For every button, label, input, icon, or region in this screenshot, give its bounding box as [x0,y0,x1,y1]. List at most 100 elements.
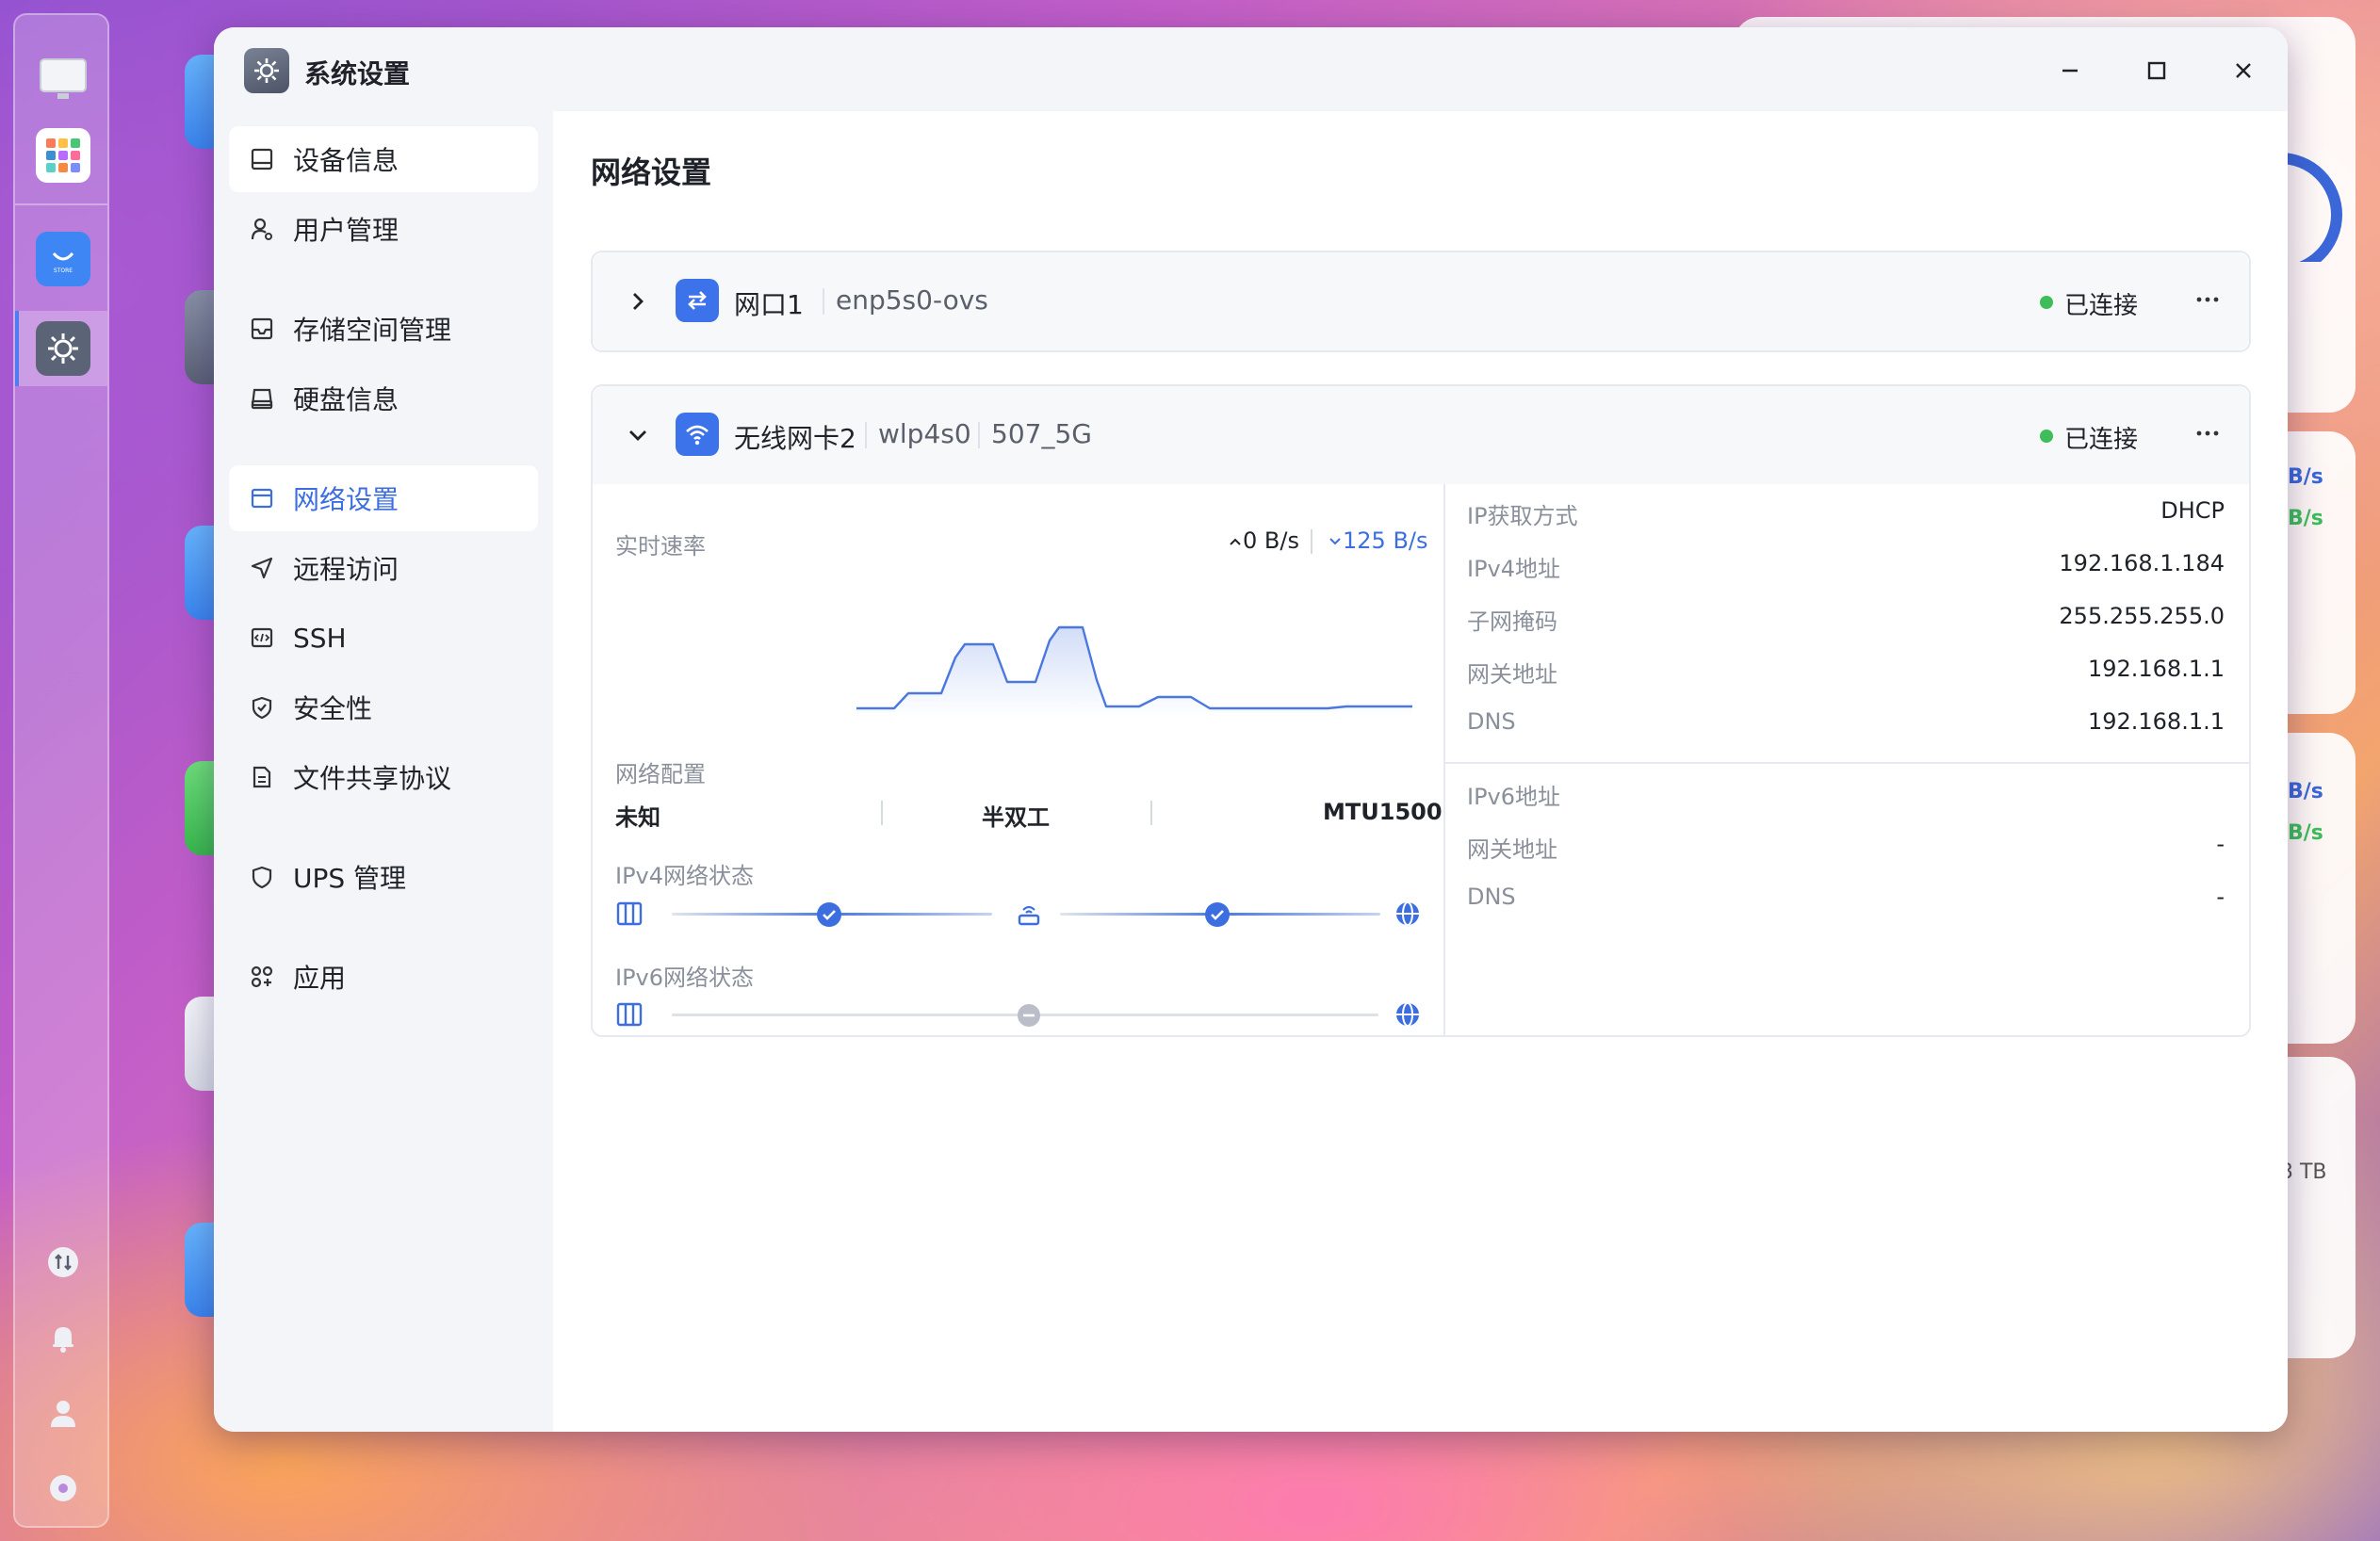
apps-icon [248,963,276,991]
sidebar-item-user-management[interactable]: 用户管理 [229,196,538,262]
sidebar-item-network-settings[interactable]: 网络设置 [229,465,538,531]
ipv6-status-label: IPv6网络状态 [615,965,755,991]
chevron-down-icon[interactable] [621,418,655,452]
sidebar-item-label: 用户管理 [293,215,399,246]
divider [865,422,867,448]
settings-app-icon[interactable] [36,321,90,376]
ipv4-info-value: 192.168.1.1 [2087,656,2225,682]
interface-device: wlp4s0 [878,418,971,449]
transfer-icon[interactable] [45,1244,81,1280]
ipv4-status-label: IPv4网络状态 [615,863,755,889]
sidebar-item-ssh[interactable]: SSH [229,605,538,671]
ipv4-info-label: 网关地址 [1467,661,1557,688]
ipv4-info-label: IP获取方式 [1467,503,1578,529]
ipv4-info-label: 子网掩码 [1467,608,1557,635]
settings-app-badge-icon [244,48,289,93]
window-title: 系统设置 [304,58,411,89]
ipv4-info-label: IPv4地址 [1467,556,1561,582]
close-button[interactable] [2219,46,2268,95]
wifi-icon [676,413,719,456]
storage-icon [248,315,276,343]
sidebar-item-remote-access[interactable]: 远程访问 [229,535,538,601]
ipv6-info-label: IPv6地址 [1467,784,1561,810]
widget2-speed-down: B/s [2288,821,2323,845]
divider [1150,801,1152,825]
bell-icon[interactable] [45,1320,81,1355]
shield-icon [248,863,276,891]
sidebar-item-storage[interactable]: 存储空间管理 [229,296,538,362]
sidebar-item-ups[interactable]: UPS 管理 [229,844,538,910]
ipv6-info-label: 网关地址 [1467,836,1557,863]
ipv4-info-value: 192.168.1.184 [2059,550,2225,576]
disk-icon [248,384,276,413]
interface-card-ethernet: 网口1 enp5s0-ovs 已连接 [591,251,2251,352]
link-speed-value: 未知 [615,804,660,831]
check-circle-icon [815,900,843,929]
ipv4-info-value: 255.255.255.0 [2059,603,2225,629]
svg-text:STORE: STORE [54,268,73,274]
status-text: 已连接 [2064,292,2139,320]
sidebar-item-disk-info[interactable]: 硬盘信息 [229,365,538,431]
mtu-value: MTU1500 [1323,799,1443,825]
ipv6-info-value: - [2216,831,2225,857]
more-icon[interactable] [2187,279,2228,320]
interface-device: enp5s0-ovs [836,284,988,316]
interface-header[interactable]: 无线网卡2 wlp4s0 507_5G 已连接 [593,386,2249,484]
sidebar-item-label: 存储空间管理 [293,315,452,346]
sidebar: 设备信息 用户管理 存储空间管理 硬盘信息 网络设置 远程访问 SSH 安全性 [214,111,553,1432]
widget2-speed-up: B/s [2288,780,2323,803]
ipv4-info-value: 192.168.1.1 [2087,708,2225,735]
pending-circle-icon [1015,1001,1043,1030]
divider [881,801,883,825]
more-icon[interactable] [2187,413,2228,454]
panel-divider [1443,484,1445,1037]
network-icon [248,484,276,512]
download-speed: 125 B/s [1328,527,1428,554]
download-speed-value: 125 B/s [1343,527,1428,554]
globe-icon [1394,900,1422,928]
title-bar[interactable]: 系统设置 [214,27,2288,111]
ethernet-icon [676,279,719,322]
page-title: 网络设置 [591,154,712,190]
user-avatar-icon[interactable] [45,1395,81,1431]
status-text: 已连接 [2064,426,2139,454]
sidebar-item-label: 文件共享协议 [293,763,452,794]
router-icon [1015,900,1043,928]
upload-speed: 0 B/s [1228,527,1299,554]
device-icon [248,145,276,173]
desktop-icon[interactable] [36,53,90,107]
divider [823,288,824,315]
sidebar-item-label: 硬盘信息 [293,384,399,415]
config-label: 网络配置 [615,761,706,787]
divider [1311,529,1312,554]
ipv4-info-label: DNS [1467,708,1516,735]
settings-window: 系统设置 设备信息 用户管理 存储空间管理 硬盘信息 网络设置 远程访问 SSH… [214,27,2288,1432]
interface-card-wireless: 无线网卡2 wlp4s0 507_5G 已连接 实时速率 0 B/s 125 B… [591,384,2251,1037]
status-dot [2040,430,2053,443]
globe-icon [1394,1000,1422,1029]
store-icon[interactable]: STORE [36,232,90,286]
sidebar-item-label: UPS 管理 [293,863,407,894]
divider [978,422,980,448]
maximize-button[interactable] [2132,46,2181,95]
interface-ssid: 507_5G [991,418,1092,449]
user-icon [248,215,276,243]
ipv6-info-value: - [2216,884,2225,910]
main-content: 网络设置 网口1 enp5s0-ovs 已连接 无线网卡2 wlp4s0 507… [553,111,2288,1432]
sidebar-item-label: SSH [293,622,347,654]
interface-header[interactable]: 网口1 enp5s0-ovs 已连接 [593,252,2249,350]
sidebar-item-device-info[interactable]: 设备信息 [229,126,538,192]
shield-check-icon [248,693,276,722]
minimize-button[interactable] [2046,46,2095,95]
sidebar-item-apps[interactable]: 应用 [229,944,538,1010]
chevron-right-icon[interactable] [621,284,655,318]
sidebar-item-file-sharing[interactable]: 文件共享协议 [229,744,538,810]
gear-icon[interactable] [45,1470,81,1506]
device-node-icon [615,1000,644,1029]
app-center-icon[interactable] [36,128,90,183]
ipv6-info-label: DNS [1467,884,1516,910]
code-icon [248,624,276,652]
sidebar-item-security[interactable]: 安全性 [229,674,538,740]
upload-speed-value: 0 B/s [1243,527,1299,554]
status-dot [2040,296,2053,309]
